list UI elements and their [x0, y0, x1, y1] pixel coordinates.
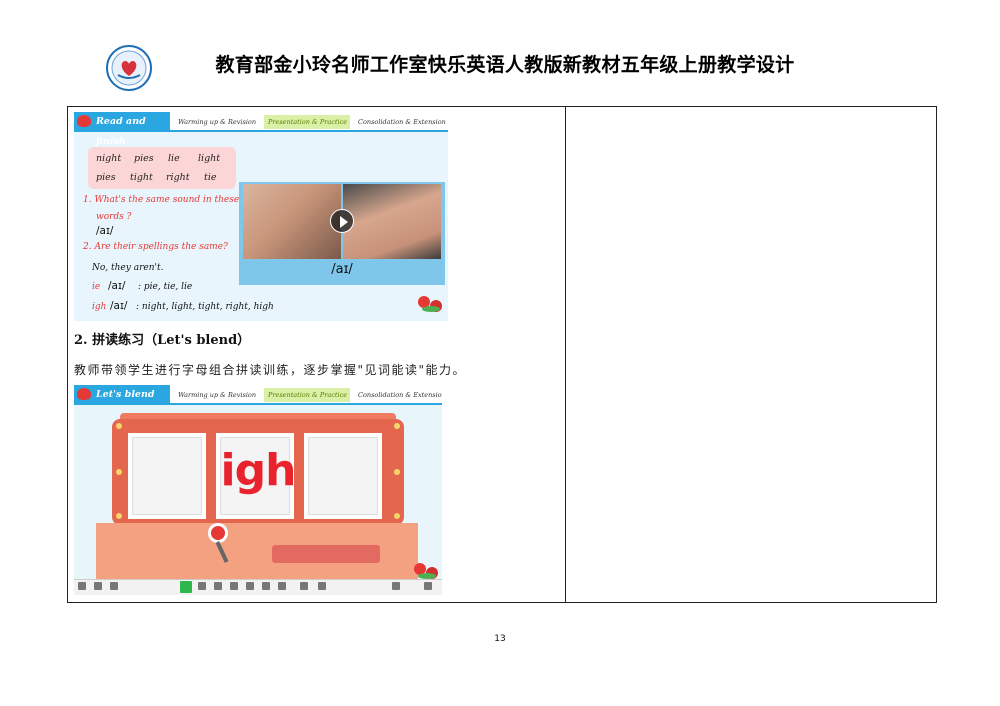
bolt-icon	[394, 423, 400, 429]
machine-base	[96, 523, 418, 579]
column-divider	[565, 107, 566, 602]
ie-words: : pie, tie, lie	[138, 282, 193, 292]
app-icon[interactable]	[110, 582, 118, 590]
shape-icon[interactable]	[230, 582, 238, 590]
page-number: 13	[494, 634, 506, 644]
word: lie	[168, 153, 180, 164]
undo-icon[interactable]	[262, 582, 270, 590]
step-consolidation[interactable]: Consolidation & Extension	[354, 388, 442, 402]
heart-seal-icon	[106, 45, 152, 91]
ie-ipa: /aɪ/	[108, 280, 126, 292]
word: night	[96, 153, 122, 164]
read-and-finish-slide: Read and finish Warming up & Revision Pr…	[74, 112, 448, 321]
settings-icon[interactable]	[300, 582, 308, 590]
word: pies	[96, 172, 116, 183]
igh-words: : night, light, tight, right, high	[136, 302, 274, 312]
bolt-icon	[116, 423, 122, 429]
step-presentation[interactable]: Presentation & Practice	[264, 115, 350, 129]
page-title: 教育部金小玲名师工作室快乐英语人教版新教材五年级上册教学设计	[215, 54, 795, 76]
video-ipa-label: /aɪ/	[331, 262, 353, 277]
video-frame-left	[243, 184, 341, 259]
question-1-cont: words ?	[96, 212, 132, 222]
screen-icon[interactable]	[318, 582, 326, 590]
lesson-table: Read and finish Warming up & Revision Pr…	[67, 106, 937, 603]
slide-header: Read and finish Warming up & Revision Pr…	[74, 112, 448, 147]
answer-2: No, they aren't.	[92, 263, 164, 273]
cursor-icon[interactable]	[180, 581, 192, 593]
word: light	[198, 153, 221, 164]
video-frame-right	[343, 184, 441, 259]
ladybug-icon	[77, 115, 91, 127]
section-paragraph: 教师带领学生进行字母组合拼读训练，逐步掌握"见词能读"能力。	[74, 363, 467, 377]
word: tie	[204, 172, 217, 183]
slide-header: Let's blend Warming up & Revision Presen…	[74, 385, 442, 405]
blend-letters: igh	[220, 445, 297, 496]
flower-decoration-icon	[418, 296, 444, 314]
word: right	[166, 172, 190, 183]
play-icon[interactable]	[330, 209, 354, 233]
eraser-icon[interactable]	[214, 582, 222, 590]
coin-slot	[272, 545, 380, 563]
lets-blend-slide: Let's blend Warming up & Revision Presen…	[74, 385, 442, 595]
prev-page-icon[interactable]	[392, 582, 400, 590]
more-icon[interactable]	[278, 582, 286, 590]
pen-icon[interactable]	[198, 582, 206, 590]
menu-icon[interactable]	[78, 582, 86, 590]
section-title: 2. 拼读练习（Let's blend）	[74, 333, 251, 348]
presentation-toolbar	[74, 579, 442, 595]
word: pies	[134, 153, 154, 164]
word: tight	[130, 172, 153, 183]
lever-knob[interactable]	[208, 523, 228, 543]
step-warming-up[interactable]: Warming up & Revision	[174, 388, 260, 402]
tools-icon[interactable]	[246, 582, 254, 590]
igh-ipa: /aɪ/	[110, 300, 128, 312]
question-1: 1. What's the same sound in these	[83, 195, 240, 205]
igh-letters: igh	[92, 302, 107, 312]
step-presentation[interactable]: Presentation & Practice	[264, 388, 350, 402]
answer-1-ipa: /aɪ/	[96, 225, 114, 237]
step-consolidation[interactable]: Consolidation & Extension	[354, 115, 446, 129]
step-warming-up[interactable]: Warming up & Revision	[174, 115, 260, 129]
next-page-icon[interactable]	[424, 582, 432, 590]
ie-letters: ie	[92, 282, 101, 292]
pronunciation-video[interactable]: /aɪ/	[239, 182, 445, 285]
ladybug-icon	[77, 388, 91, 400]
grid-icon[interactable]	[94, 582, 102, 590]
question-2: 2. Are their spellings the same?	[83, 242, 228, 252]
bolt-icon	[394, 513, 400, 519]
bolt-icon	[116, 513, 122, 519]
